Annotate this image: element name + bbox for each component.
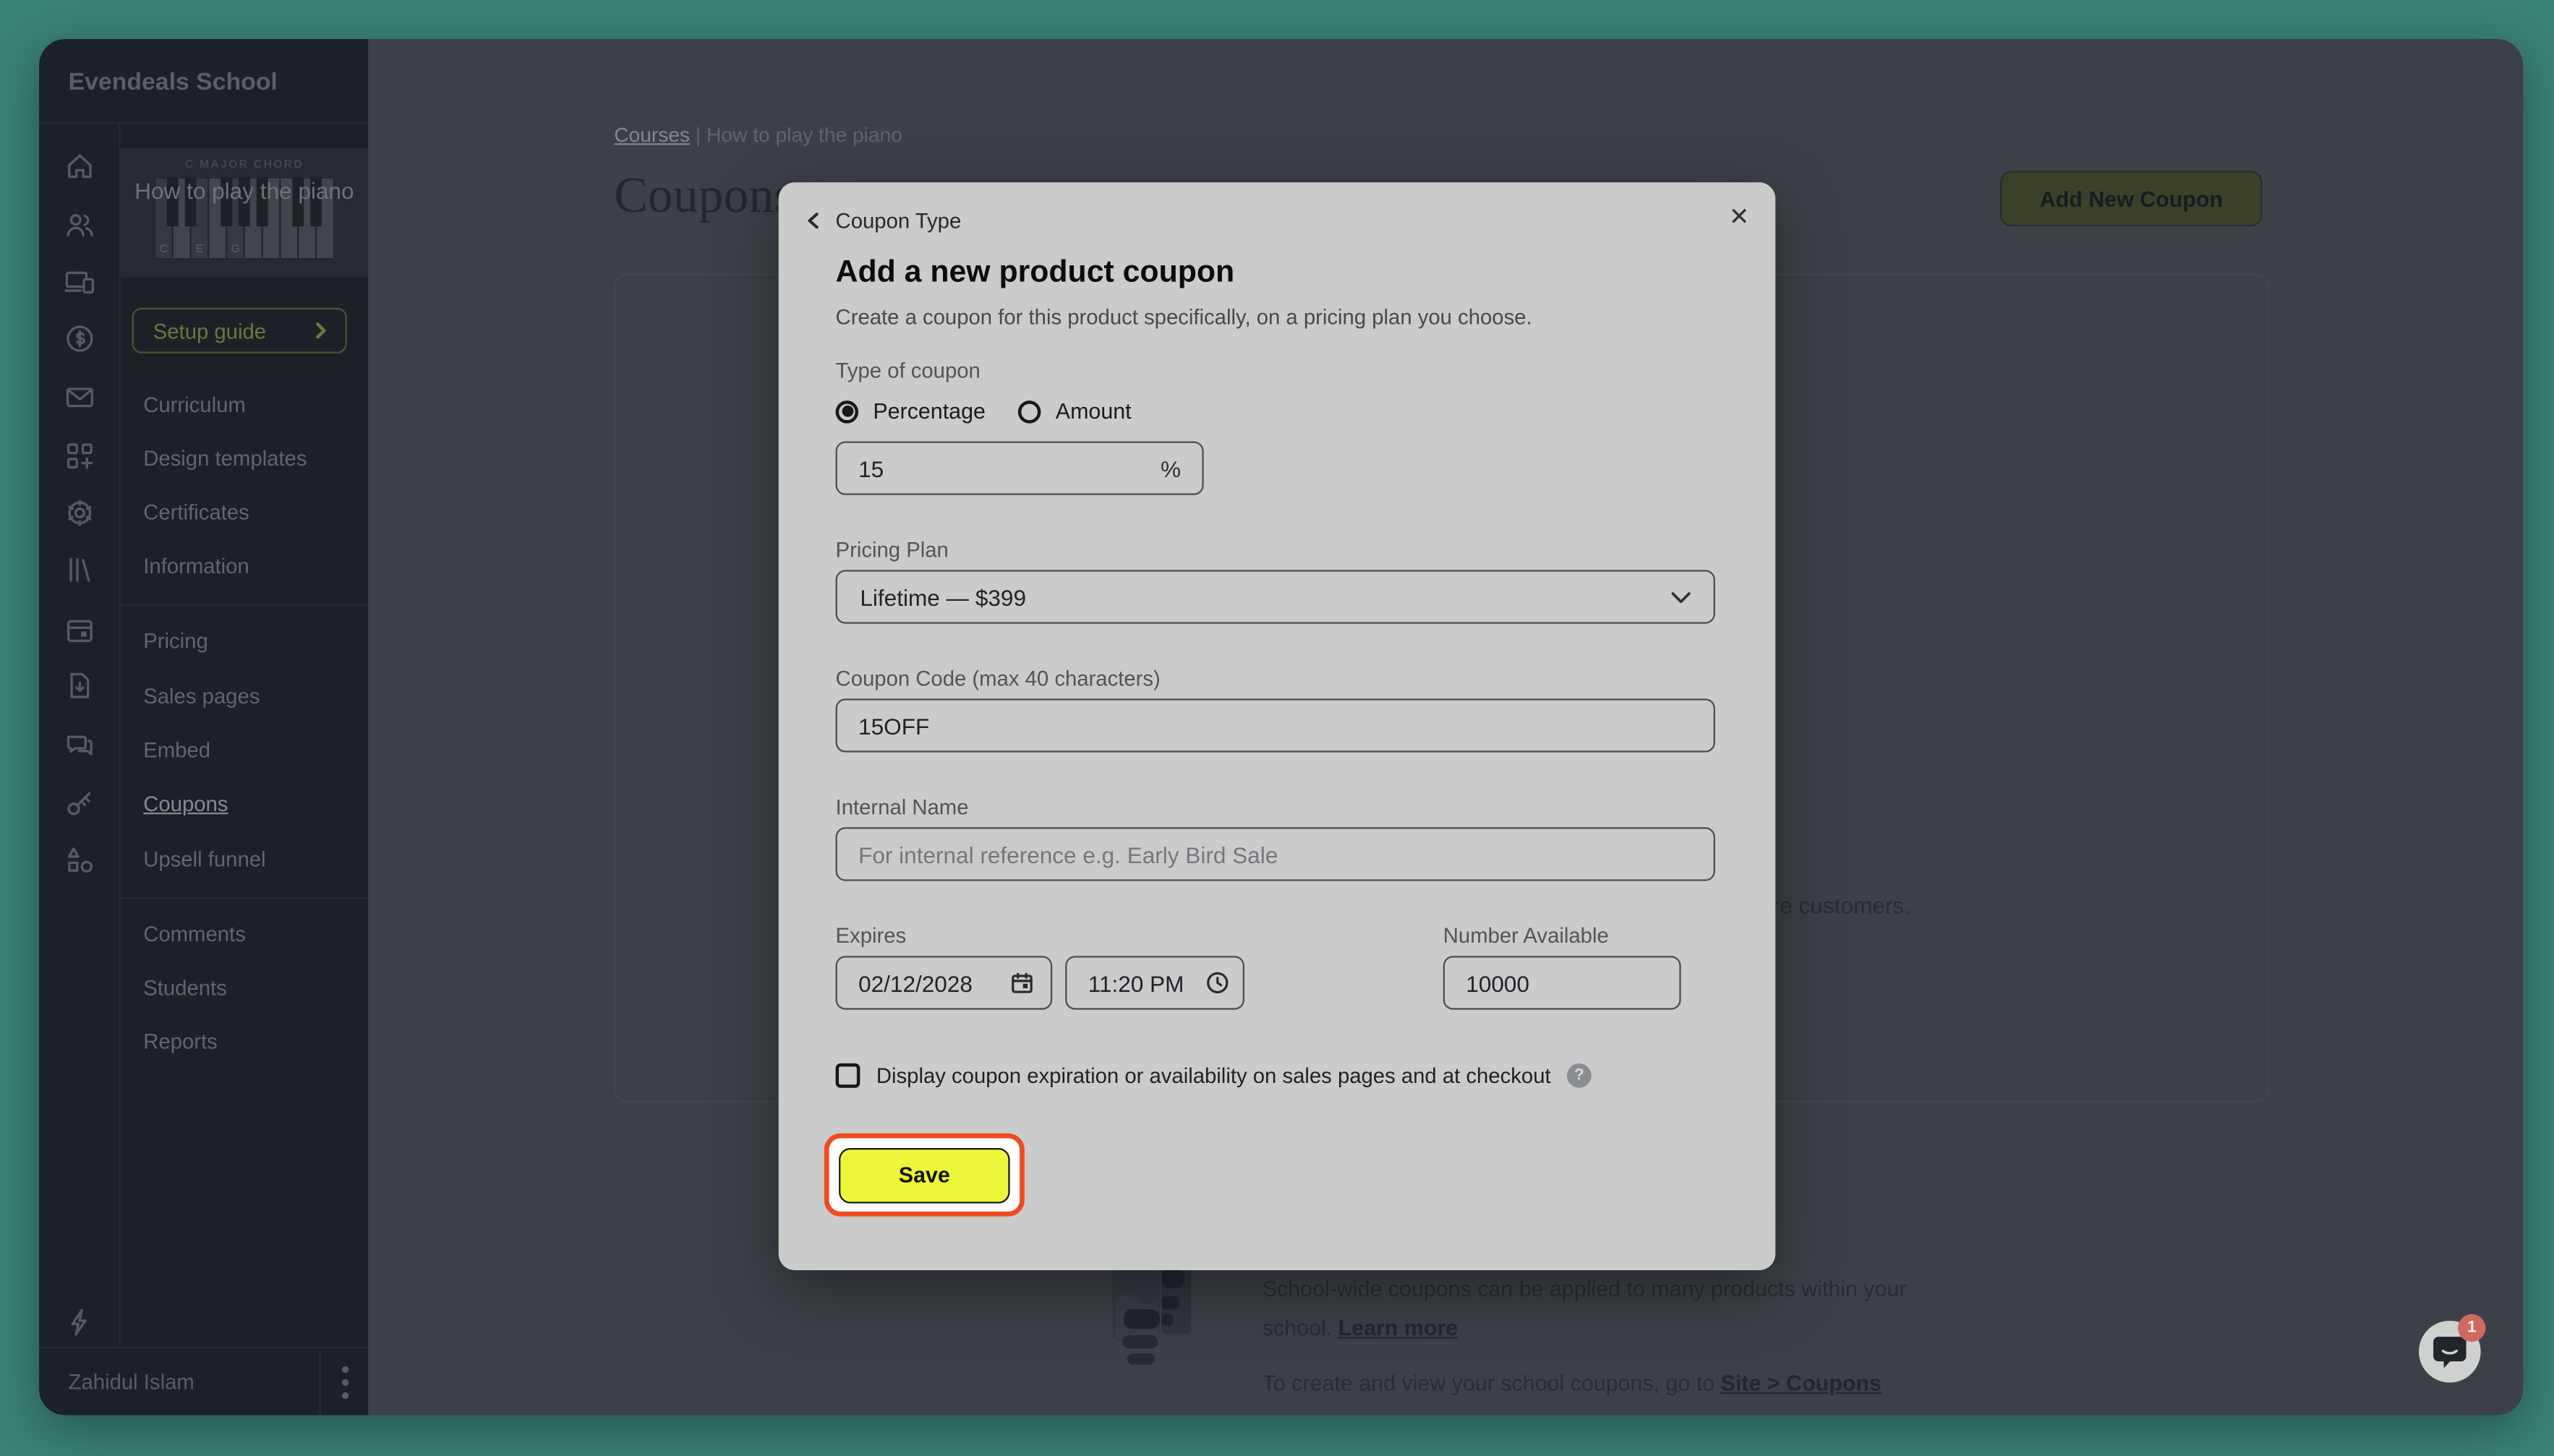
save-button[interactable]: Save xyxy=(839,1147,1010,1203)
expires-label: Expires xyxy=(836,923,907,948)
modal-subtitle: Create a coupon for this product specifi… xyxy=(836,304,1532,329)
setup-guide-button[interactable]: Setup guide xyxy=(132,308,346,354)
footer-line2: To create and view your school coupons, … xyxy=(1263,1371,1714,1396)
sidebar-item-comments[interactable]: Comments xyxy=(143,922,246,946)
radio-percentage-label: Percentage xyxy=(873,399,986,424)
radio-circle-icon xyxy=(836,400,859,423)
breadcrumb-separator: | xyxy=(696,124,701,147)
radio-amount[interactable]: Amount xyxy=(1018,399,1132,424)
coupon-code-input[interactable] xyxy=(836,698,1715,752)
user-bar: Zahidul Islam xyxy=(39,1347,368,1416)
home-icon[interactable] xyxy=(64,150,96,182)
members-icon[interactable] xyxy=(64,208,96,241)
coupon-code-label: Coupon Code (max 40 characters) xyxy=(836,666,1161,690)
type-of-coupon-label: Type of coupon xyxy=(836,359,981,383)
coupon-illustration xyxy=(1111,1264,1192,1365)
comments-chat-icon[interactable] xyxy=(64,728,96,761)
user-name[interactable]: Zahidul Islam xyxy=(69,1369,195,1394)
sidebar-item-design-templates[interactable]: Design templates xyxy=(143,446,307,471)
integrations-shapes-icon[interactable] xyxy=(64,844,96,876)
clock-icon[interactable] xyxy=(1205,971,1230,1003)
sidebar: Evendeals School C MAJOR xyxy=(39,39,368,1415)
display-expiration-checkbox[interactable] xyxy=(836,1063,860,1088)
settings-gear-icon[interactable] xyxy=(64,497,96,529)
internal-name-label: Internal Name xyxy=(836,795,969,819)
coupon-type-radios: Percentage Amount xyxy=(836,399,1132,424)
modal-title: Add a new product coupon xyxy=(836,256,1235,292)
kebab-menu-icon xyxy=(342,1366,349,1405)
page-title: Coupons xyxy=(614,166,793,225)
internal-name-input[interactable] xyxy=(836,827,1715,881)
breadcrumb: Courses | How to play the piano xyxy=(614,124,902,147)
pricing-plan-value: Lifetime — $399 xyxy=(860,584,1671,610)
percent-suffix: % xyxy=(1161,456,1181,482)
apps-icon[interactable] xyxy=(64,440,96,472)
number-available-input[interactable] xyxy=(1443,956,1681,1009)
learn-more-link[interactable]: Learn more xyxy=(1338,1316,1458,1340)
library-icon[interactable] xyxy=(64,554,96,586)
sidebar-item-sales-pages[interactable]: Sales pages xyxy=(143,684,260,708)
pricing-plan-label: Pricing Plan xyxy=(836,537,949,562)
site-coupons-link[interactable]: Site > Coupons xyxy=(1721,1371,1882,1396)
percentage-value-input[interactable] xyxy=(836,441,1204,494)
sidebar-item-upsell-funnel[interactable]: Upsell funnel xyxy=(143,847,265,871)
key-label-g: G xyxy=(231,243,239,255)
footer-info-text: School-wide coupons can be applied to ma… xyxy=(1263,1270,1921,1404)
chat-launcher-button[interactable]: 1 xyxy=(2419,1321,2481,1383)
sales-dollar-icon[interactable] xyxy=(64,322,96,355)
calendar-icon[interactable] xyxy=(1010,971,1035,1003)
files-icon[interactable] xyxy=(64,669,96,702)
course-thumbnail-card[interactable]: C MAJOR CHORD xyxy=(121,148,368,277)
display-expiration-label: Display coupon expiration or availabilit… xyxy=(876,1063,1551,1088)
add-coupon-modal: Coupon Type ✕ Add a new product coupon C… xyxy=(779,182,1776,1270)
help-icon[interactable]: ? xyxy=(1567,1063,1592,1088)
calendar-icon[interactable] xyxy=(64,614,96,646)
icon-rail xyxy=(39,122,121,1347)
email-icon[interactable] xyxy=(64,381,96,414)
access-key-icon[interactable] xyxy=(64,787,96,819)
sidebar-item-reports[interactable]: Reports xyxy=(143,1029,218,1054)
chevron-right-icon xyxy=(312,318,329,343)
course-card-eyebrow: C MAJOR CHORD xyxy=(121,160,368,171)
sidebar-item-coupons[interactable]: Coupons xyxy=(143,792,228,816)
sidebar-item-pricing[interactable]: Pricing xyxy=(143,628,208,653)
pricing-plan-select[interactable]: Lifetime — $399 xyxy=(836,570,1715,623)
key-label-e: E xyxy=(196,243,204,255)
breadcrumb-courses-link[interactable]: Courses xyxy=(614,124,690,147)
user-menu-button[interactable] xyxy=(319,1348,368,1415)
sidebar-item-certificates[interactable]: Certificates xyxy=(143,500,249,525)
site-devices-icon[interactable] xyxy=(64,265,96,298)
number-available-label: Number Available xyxy=(1443,923,1609,948)
sidebar-item-information[interactable]: Information xyxy=(143,554,249,578)
modal-back-button[interactable]: Coupon Type xyxy=(805,208,961,233)
sidebar-item-students[interactable]: Students xyxy=(143,975,227,1000)
sidebar-item-curriculum[interactable]: Curriculum xyxy=(143,393,246,417)
sidebar-item-embed[interactable]: Embed xyxy=(143,737,210,762)
school-name[interactable]: Evendeals School xyxy=(69,69,278,96)
modal-back-label: Coupon Type xyxy=(836,208,962,233)
notification-badge: 1 xyxy=(2458,1314,2485,1342)
desktop: Courses | How to play the piano Coupons … xyxy=(0,0,2554,1456)
radio-circle-icon xyxy=(1018,400,1041,423)
quick-actions-zap-icon[interactable] xyxy=(64,1306,96,1339)
setup-guide-label: Setup guide xyxy=(153,318,266,343)
divider xyxy=(121,604,368,606)
add-new-coupon-button[interactable]: Add New Coupon xyxy=(2000,171,2263,227)
sidebar-menu: C MAJOR CHORD xyxy=(121,122,368,1347)
radio-amount-label: Amount xyxy=(1056,399,1132,424)
breadcrumb-current: How to play the piano xyxy=(706,124,902,147)
chat-bubble-icon xyxy=(2432,1335,2468,1369)
save-button-highlight: Save xyxy=(824,1134,1025,1217)
course-card-title: How to play the piano xyxy=(121,174,368,208)
obscured-panel-text: re customers. xyxy=(1772,892,1910,918)
key-label-c: C xyxy=(160,243,168,255)
divider xyxy=(121,897,368,899)
chevron-left-icon xyxy=(805,212,823,230)
radio-percentage[interactable]: Percentage xyxy=(836,399,986,424)
chevron-down-icon xyxy=(1671,591,1691,604)
close-icon[interactable]: ✕ xyxy=(1729,202,1749,231)
display-expiration-row: Display coupon expiration or availabilit… xyxy=(836,1063,1592,1088)
